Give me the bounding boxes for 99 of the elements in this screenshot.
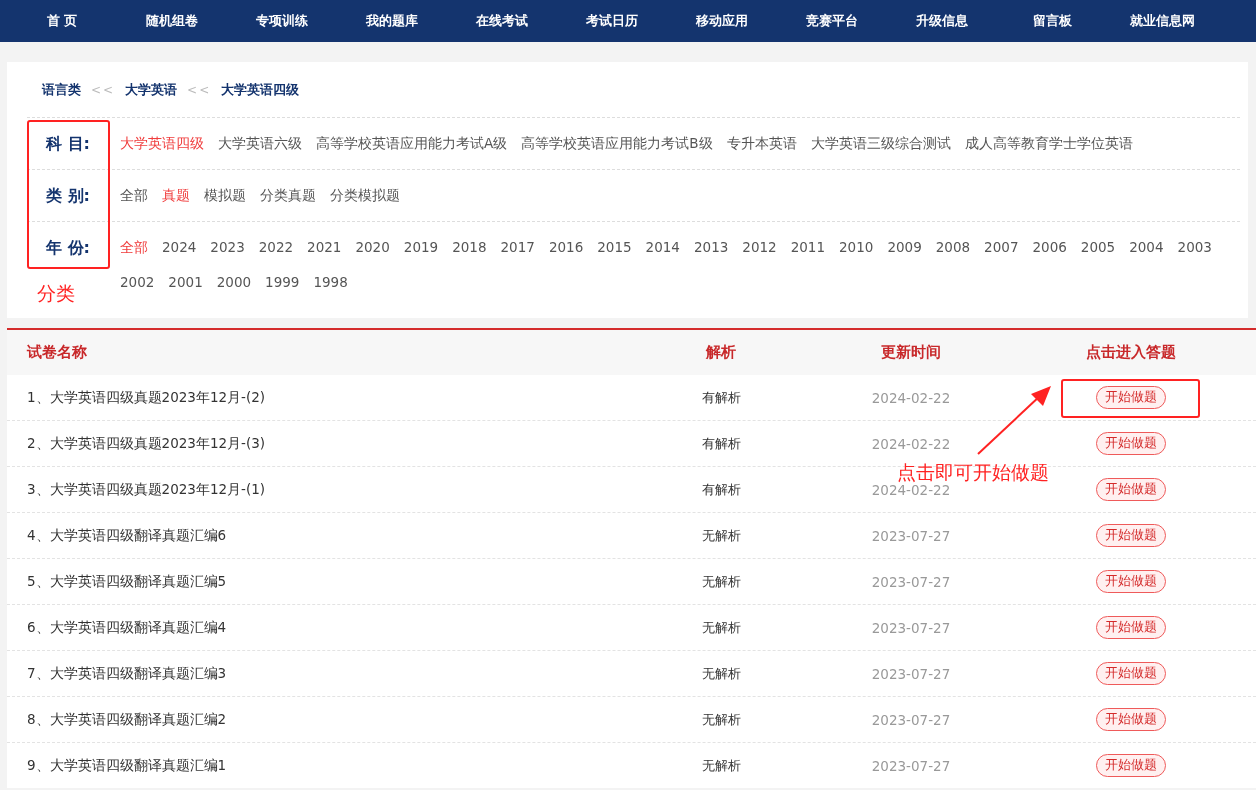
filter-option[interactable]: 2014 bbox=[645, 230, 680, 265]
start-button[interactable]: 开始做题 bbox=[1096, 524, 1166, 547]
filter-option[interactable]: 2010 bbox=[839, 230, 874, 265]
filter-option[interactable]: 2003 bbox=[1177, 230, 1212, 265]
filter-option[interactable]: 2000 bbox=[216, 265, 252, 300]
paper-title: 4、大学英语四级翻译真题汇编6 bbox=[26, 526, 228, 545]
nav-link[interactable]: 专项训练 bbox=[227, 12, 337, 30]
nav-link[interactable]: 竞赛平台 bbox=[777, 12, 887, 30]
filter-option[interactable]: 2012 bbox=[742, 230, 777, 265]
start-button[interactable]: 开始做题 bbox=[1096, 570, 1166, 593]
filter-option[interactable]: 2013 bbox=[693, 230, 729, 265]
filter-option[interactable]: 2019 bbox=[403, 230, 439, 265]
column-header: 更新时间 bbox=[880, 343, 942, 362]
filter-option[interactable]: 2015 bbox=[597, 230, 632, 265]
filter-option[interactable]: 2021 bbox=[307, 230, 342, 265]
paper-title: 3、大学英语四级真题2023年12月-(1) bbox=[26, 480, 267, 499]
filter-label: 类 别: bbox=[45, 185, 91, 207]
nav-link[interactable]: 随机组卷 bbox=[117, 12, 227, 30]
filter-option[interactable]: 全部 bbox=[120, 170, 148, 221]
filter-option[interactable]: 1999 bbox=[265, 265, 300, 300]
date-cell-text: 2024-02-22 bbox=[870, 389, 952, 406]
analysis-cell-text: 无解析 bbox=[700, 756, 742, 775]
nav-link[interactable]: 考试日历 bbox=[557, 12, 667, 30]
date-cell-text: 2023-07-27 bbox=[870, 711, 952, 728]
filter-option[interactable]: 1998 bbox=[313, 265, 348, 300]
filter-option[interactable]: 专升本英语 bbox=[726, 118, 797, 169]
paper-title: 6、大学英语四级翻译真题汇编4 bbox=[26, 618, 228, 637]
filter-option[interactable]: 2008 bbox=[935, 230, 971, 265]
paper-title: 8、大学英语四级翻译真题汇编2 bbox=[26, 710, 228, 729]
breadcrumb-link[interactable]: 大学英语四级 bbox=[221, 80, 300, 99]
date-cell-text: 2023-07-27 bbox=[870, 527, 952, 544]
start-button[interactable]: 开始做题 bbox=[1096, 432, 1166, 455]
filter-option[interactable]: 2011 bbox=[790, 230, 826, 265]
filter-label: 年 份: bbox=[45, 237, 91, 259]
filter-option[interactable]: 2024 bbox=[162, 230, 197, 265]
filter-option[interactable]: 2005 bbox=[1080, 230, 1116, 265]
filter-option[interactable]: 全部 bbox=[120, 230, 148, 265]
analysis-cell-text: 有解析 bbox=[700, 388, 742, 407]
filter-option[interactable]: 2007 bbox=[984, 230, 1019, 265]
breadcrumb-link[interactable]: 大学英语 bbox=[125, 80, 178, 99]
filter-option[interactable]: 成人高等教育学士学位英语 bbox=[964, 118, 1133, 169]
filter-option[interactable]: 大学英语四级 bbox=[120, 118, 204, 169]
nav-link[interactable]: 我的题库 bbox=[337, 12, 447, 30]
filter-option[interactable]: 真题 bbox=[162, 170, 190, 221]
filter-option[interactable]: 大学英语三级综合测试 bbox=[810, 118, 951, 169]
start-button[interactable]: 开始做题 bbox=[1096, 754, 1166, 777]
paper-title: 5、大学英语四级翻译真题汇编5 bbox=[26, 572, 228, 591]
date-cell-text: 2023-07-27 bbox=[870, 619, 952, 636]
filter-option[interactable]: 2018 bbox=[452, 230, 487, 265]
filter-option[interactable]: 2009 bbox=[887, 230, 922, 265]
analysis-cell-text: 有解析 bbox=[700, 480, 742, 499]
filter-option[interactable]: 2016 bbox=[548, 230, 584, 265]
filter-option[interactable]: 2006 bbox=[1032, 230, 1067, 265]
start-button[interactable]: 开始做题 bbox=[1096, 478, 1166, 501]
nav-link[interactable]: 首 页 bbox=[7, 12, 117, 30]
date-cell-text: 2023-07-27 bbox=[870, 665, 952, 682]
start-button[interactable]: 开始做题 bbox=[1096, 662, 1166, 685]
analysis-cell-text: 无解析 bbox=[700, 710, 742, 729]
date-cell-text: 2024-02-22 bbox=[870, 435, 952, 452]
filter-option[interactable]: 2002 bbox=[120, 265, 155, 300]
analysis-cell-text: 无解析 bbox=[700, 526, 742, 545]
paper-title: 9、大学英语四级翻译真题汇编1 bbox=[26, 756, 228, 775]
filter-option[interactable]: 高等学校英语应用能力考试B级 bbox=[521, 118, 713, 169]
filter-option[interactable]: 2001 bbox=[168, 265, 203, 300]
column-header: 解析 bbox=[705, 343, 737, 362]
paper-title: 7、大学英语四级翻译真题汇编3 bbox=[26, 664, 228, 683]
nav-link[interactable]: 留言板 bbox=[997, 12, 1107, 30]
date-cell-text: 2023-07-27 bbox=[870, 757, 952, 774]
start-button[interactable]: 开始做题 bbox=[1096, 708, 1166, 731]
column-header: 试卷名称 bbox=[25, 343, 88, 362]
breadcrumb-link[interactable]: 语言类 bbox=[42, 80, 81, 99]
analysis-cell-text: 无解析 bbox=[700, 572, 742, 591]
breadcrumb-separator: << bbox=[187, 82, 212, 97]
nav-link[interactable]: 升级信息 bbox=[887, 12, 997, 30]
filter-option[interactable]: 2017 bbox=[500, 230, 535, 265]
start-button[interactable]: 开始做题 bbox=[1096, 386, 1166, 409]
filter-option[interactable]: 2023 bbox=[210, 230, 245, 265]
filter-option[interactable]: 模拟题 bbox=[204, 170, 246, 221]
filter-option[interactable]: 分类真题 bbox=[260, 170, 316, 221]
analysis-cell-text: 无解析 bbox=[700, 664, 742, 683]
filter-option[interactable]: 分类模拟题 bbox=[330, 170, 400, 221]
start-button[interactable]: 开始做题 bbox=[1096, 616, 1166, 639]
nav-link[interactable]: 在线考试 bbox=[447, 12, 557, 30]
filter-option[interactable]: 2022 bbox=[258, 230, 294, 265]
filter-option[interactable]: 2020 bbox=[355, 230, 390, 265]
nav-link[interactable]: 移动应用 bbox=[667, 12, 777, 30]
annotation-text: 分类 bbox=[37, 281, 75, 306]
paper-title: 1、大学英语四级真题2023年12月-(2) bbox=[26, 388, 267, 407]
filter-label: 科 目: bbox=[45, 133, 91, 155]
filter-option[interactable]: 高等学校英语应用能力考试A级 bbox=[316, 118, 508, 169]
paper-title: 2、大学英语四级真题2023年12月-(3) bbox=[26, 434, 267, 453]
column-header: 点击进入答题 bbox=[1085, 343, 1177, 362]
filter-option[interactable]: 大学英语六级 bbox=[218, 118, 302, 169]
analysis-cell-text: 有解析 bbox=[700, 434, 742, 453]
date-cell-text: 2023-07-27 bbox=[870, 573, 952, 590]
nav-link[interactable]: 就业信息网 bbox=[1107, 12, 1217, 30]
breadcrumb-separator: << bbox=[91, 82, 116, 97]
filter-option[interactable]: 2004 bbox=[1129, 230, 1164, 265]
analysis-cell-text: 无解析 bbox=[700, 618, 742, 637]
